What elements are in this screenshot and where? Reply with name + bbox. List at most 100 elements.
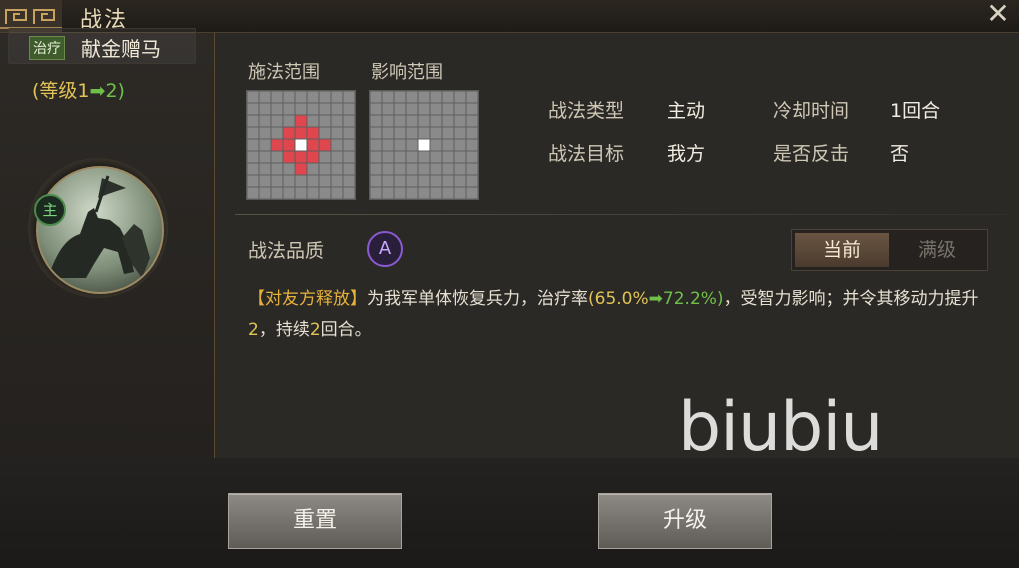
effect-range-cell <box>465 150 479 164</box>
effect-range-cell <box>429 102 443 116</box>
effect-range-cell <box>381 114 395 128</box>
cast-range-cell <box>294 90 308 104</box>
effect-range-cell <box>393 126 407 140</box>
tab-current[interactable]: 当前 <box>795 233 889 267</box>
effect-range-cell <box>441 162 455 176</box>
cast-range-cell <box>306 138 320 152</box>
description-text: 为我军单体恢复兵力，治疗率 <box>367 289 588 309</box>
effect-range-cell <box>369 150 383 164</box>
effect-range-cell <box>429 150 443 164</box>
cast-range-grid <box>246 90 356 200</box>
counter-value: 否 <box>890 143 910 165</box>
cast-range-cell <box>270 102 284 116</box>
effect-range-cell <box>417 162 431 176</box>
cooldown-value: 1回合 <box>890 100 941 122</box>
cast-range-cell <box>282 102 296 116</box>
cast-range-cell <box>342 186 356 200</box>
cast-range-cell <box>246 90 260 104</box>
cast-range-cell <box>270 114 284 128</box>
close-icon[interactable]: ✕ <box>983 0 1013 30</box>
cast-range-cell <box>258 174 272 188</box>
effect-range-cell <box>369 138 383 152</box>
effect-range-cell <box>429 162 443 176</box>
effect-range-cell <box>417 150 431 164</box>
quality-grade-badge: A <box>367 231 403 267</box>
effect-range-cell <box>405 90 419 104</box>
reset-button[interactable]: 重置 <box>228 493 402 549</box>
cast-range-cell <box>282 150 296 164</box>
cast-range-cell <box>318 102 332 116</box>
cast-range-cell <box>342 138 356 152</box>
effect-range-cell <box>417 186 431 200</box>
cast-range-cell <box>270 162 284 176</box>
cast-range-cell <box>246 102 260 116</box>
effect-range-cell <box>393 150 407 164</box>
cavalry-silhouette-icon <box>48 175 150 278</box>
cast-range-cell <box>246 186 260 200</box>
skill-type-label: 战法类型 <box>548 100 625 122</box>
effect-range-cell <box>441 102 455 116</box>
cast-range-cell <box>306 114 320 128</box>
effect-range-cell <box>369 174 383 188</box>
cast-range-cell <box>342 162 356 176</box>
cast-range-cell <box>294 174 308 188</box>
cast-range-cell <box>270 90 284 104</box>
cast-range-cell <box>330 138 344 152</box>
effect-range-cell <box>441 150 455 164</box>
effect-range-cell <box>393 138 407 152</box>
effect-range-cell <box>369 102 383 116</box>
effect-range-cell <box>381 126 395 140</box>
description-paren: ) <box>716 289 724 309</box>
cast-range-cell <box>342 90 356 104</box>
cast-range-cell <box>258 138 272 152</box>
upgrade-button[interactable]: 升级 <box>598 493 772 549</box>
move-bonus-value: 2 <box>248 320 259 340</box>
cast-range-cell <box>330 90 344 104</box>
effect-range-cell <box>381 102 395 116</box>
cast-grid-cells <box>246 90 356 200</box>
cooldown-label: 冷却时间 <box>773 100 850 122</box>
description-text: 回合。 <box>320 320 372 340</box>
cast-range-cell <box>258 90 272 104</box>
effect-range-cell <box>417 102 431 116</box>
cast-range-cell <box>330 126 344 140</box>
effect-range-cell <box>393 102 407 116</box>
cast-range-cell <box>294 102 308 116</box>
effect-range-cell <box>441 138 455 152</box>
effect-range-cell <box>429 174 443 188</box>
effect-range-cell <box>465 162 479 176</box>
cast-range-cell <box>246 162 260 176</box>
cast-range-cell <box>330 102 344 116</box>
effect-range-cell <box>429 186 443 200</box>
cast-range-cell <box>270 138 284 152</box>
duration-value: 2 <box>309 320 321 340</box>
effect-range-cell <box>393 174 407 188</box>
level-view-toggle: 当前 满级 <box>791 229 988 271</box>
cast-range-cell <box>306 90 320 104</box>
effect-range-cell <box>381 150 395 164</box>
cast-range-cell <box>342 126 356 140</box>
cast-range-cell <box>246 174 260 188</box>
cast-range-cell <box>342 150 356 164</box>
effect-range-cell <box>417 138 431 152</box>
effect-range-cell <box>369 114 383 128</box>
skill-name-box: 治疗 献金赠马 <box>8 28 196 64</box>
cast-range-cell <box>258 186 272 200</box>
cast-range-cell <box>342 114 356 128</box>
cast-range-cell <box>318 186 332 200</box>
tab-max-level[interactable]: 满级 <box>890 233 984 267</box>
cast-range-cell <box>294 186 308 200</box>
effect-range-cell <box>381 138 395 152</box>
cast-range-cell <box>246 114 260 128</box>
section-divider <box>235 214 1007 215</box>
effect-range-cell <box>417 90 431 104</box>
cast-range-cell <box>294 162 308 176</box>
effect-range-cell <box>441 90 455 104</box>
counter-label: 是否反击 <box>773 143 850 165</box>
effect-range-cell <box>465 138 479 152</box>
effect-range-cell <box>465 186 479 200</box>
effect-range-cell <box>441 126 455 140</box>
effect-range-cell <box>453 126 467 140</box>
cast-range-cell <box>306 162 320 176</box>
effect-range-cell <box>405 162 419 176</box>
